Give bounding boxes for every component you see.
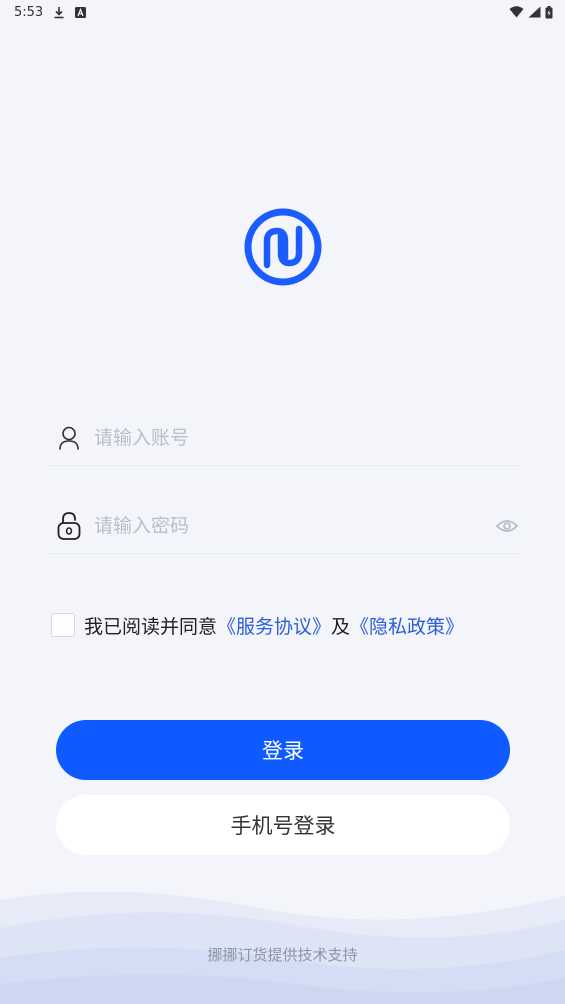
a-notification-icon xyxy=(75,6,87,18)
agreement-and-text: 及 xyxy=(331,615,351,638)
agreement-text: 我已阅读并同意 xyxy=(84,615,218,638)
phone-login-button[interactable]: 手机号登录 xyxy=(56,795,510,855)
wifi-icon xyxy=(509,6,524,18)
battery-icon xyxy=(545,5,553,19)
account-input[interactable] xyxy=(92,416,520,459)
lock-icon xyxy=(56,511,82,540)
eye-icon[interactable] xyxy=(494,513,520,539)
user-icon xyxy=(56,425,82,451)
status-left: 5:53 xyxy=(14,4,87,20)
app-logo xyxy=(244,208,322,286)
decorative-waves xyxy=(0,891,565,1004)
password-input[interactable] xyxy=(92,504,494,547)
status-time: 5:53 xyxy=(14,4,44,20)
footer-text: 挪挪订货提供技术支持 xyxy=(207,946,358,964)
status-right xyxy=(509,5,553,19)
status-bar: 5:53 xyxy=(0,0,565,24)
nuo-logo-icon xyxy=(244,208,322,286)
password-row xyxy=(48,498,520,554)
agreement-row: 我已阅读并同意 《服务协议》 及 《隐私政策》 xyxy=(51,611,464,639)
privacy-policy-link[interactable]: 《隐私政策》 xyxy=(350,612,464,639)
login-button[interactable]: 登录 xyxy=(56,720,510,780)
service-agreement-link[interactable]: 《服务协议》 xyxy=(217,612,331,639)
signal-icon xyxy=(528,6,541,18)
account-row xyxy=(48,410,520,466)
agreement-checkbox[interactable] xyxy=(51,613,75,637)
download-icon xyxy=(53,6,65,19)
